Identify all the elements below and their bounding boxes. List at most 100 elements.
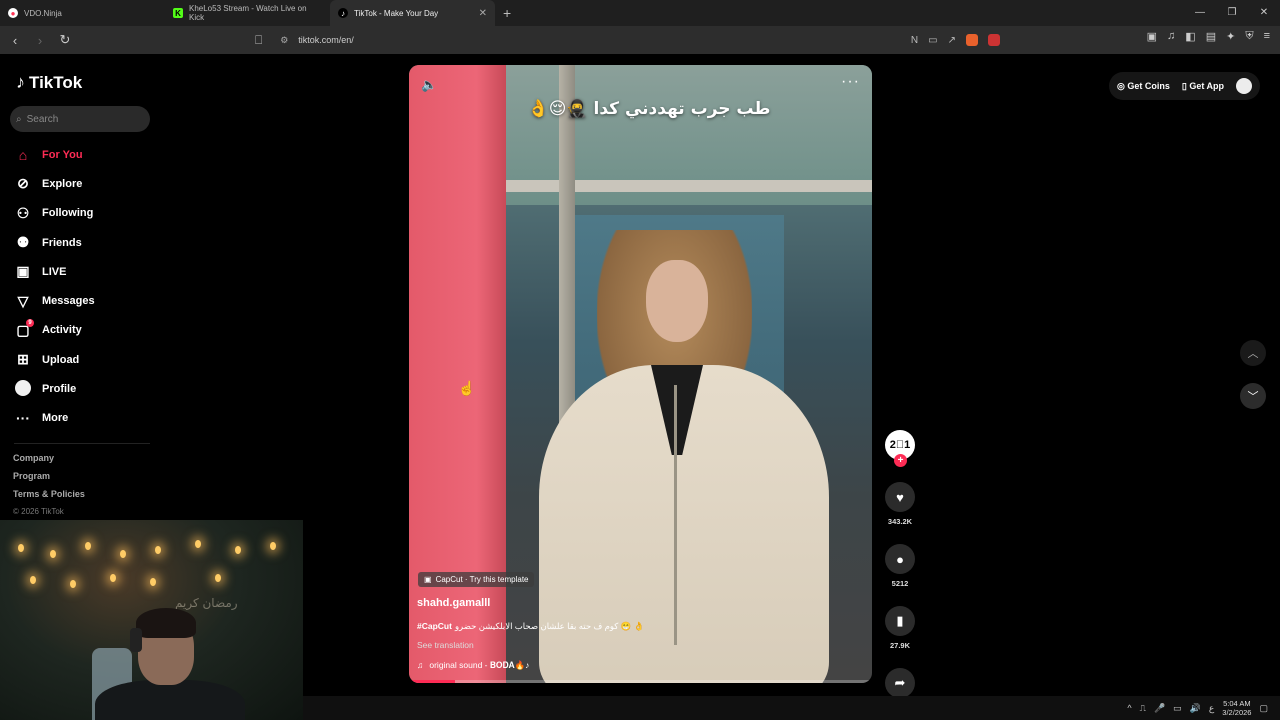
- cast-icon[interactable]: ▭: [928, 35, 937, 46]
- wall-ramadan-text: رمضان كريم: [175, 596, 238, 610]
- address-toolbar: ‹ › ↻ ⎕ ⚙ tiktok.com/en/ N ▭ ↗ ▣ ♫ ◧ ▤ ✦…: [0, 26, 1280, 54]
- hashtag-link[interactable]: #CapCut: [417, 621, 452, 632]
- tab-vdo-ninja[interactable]: ● VDO.Ninja: [0, 0, 165, 26]
- follow-plus-icon[interactable]: +: [894, 454, 907, 467]
- headset-icon: [130, 628, 142, 652]
- coin-icon: ◎: [1117, 80, 1128, 91]
- system-clock[interactable]: 5:04 AM 3/2/2026: [1222, 699, 1251, 717]
- tab-label: TikTok - Make Your Day: [354, 8, 439, 18]
- url-bar[interactable]: ⎕ ⚙ tiktok.com/en/ N ▭ ↗: [255, 30, 1000, 50]
- more-options-icon[interactable]: ···: [841, 73, 860, 91]
- menu-icon[interactable]: ≡: [1264, 30, 1270, 43]
- sidebar-item-for-you[interactable]: ⌂ For You: [14, 140, 95, 169]
- footer-company-link[interactable]: Company: [13, 453, 85, 471]
- share-icon[interactable]: ↗: [948, 35, 956, 46]
- see-translation-link[interactable]: See translation: [417, 640, 474, 650]
- comment-action: ● 5212: [883, 544, 917, 588]
- tray-overflow-icon[interactable]: ^: [1127, 703, 1131, 713]
- description-text: كوم ف حته بقا علشان صحاب الابلكيشن حضرو …: [454, 621, 645, 631]
- sidebar-item-upload[interactable]: ⊞ Upload: [14, 345, 95, 374]
- minimize-icon[interactable]: —: [1184, 0, 1216, 26]
- sidebar-item-messages[interactable]: ▽ Messages: [14, 286, 95, 315]
- sidebar-item-label: More: [42, 412, 69, 425]
- sidebar-divider: [14, 443, 150, 444]
- send-icon: ▽: [17, 292, 29, 309]
- sidebar-toggle-icon[interactable]: ▣: [1147, 30, 1157, 43]
- sidebar-item-label: LIVE: [42, 265, 67, 278]
- url-text: tiktok.com/en/: [298, 35, 354, 45]
- reload-icon[interactable]: ↻: [55, 32, 75, 48]
- music-note-icon: ♫: [417, 660, 424, 670]
- microphone-icon[interactable]: 🎤: [1154, 703, 1165, 714]
- save-action: ▮ 27.9K: [883, 606, 917, 650]
- site-info-icon[interactable]: ⚙: [280, 35, 288, 46]
- video-description: #CapCut كوم ف حته بقا علشان صحاب الابلكي…: [417, 621, 644, 632]
- footer-terms-link[interactable]: Terms & Policies: [13, 489, 85, 507]
- new-tab-button[interactable]: +: [495, 0, 519, 26]
- brave-shield-icon[interactable]: [966, 34, 978, 46]
- avatar-text: 2⃣1: [889, 439, 911, 451]
- get-app-button[interactable]: ▯ Get App: [1182, 81, 1224, 92]
- heart-icon[interactable]: ♥: [885, 482, 915, 512]
- sidebar-item-following[interactable]: ⚇ Following: [14, 199, 95, 228]
- reader-icon[interactable]: ◧: [1185, 30, 1195, 43]
- notifications-icon[interactable]: ▢: [1259, 703, 1268, 714]
- usb-icon[interactable]: ⎍: [1140, 703, 1146, 714]
- window-controls: — ❐ ✕: [1184, 0, 1280, 26]
- volume-icon[interactable]: 🔈: [421, 77, 437, 93]
- vpn-icon[interactable]: ⛨: [1245, 30, 1253, 43]
- sidebar-item-more[interactable]: ··· More: [14, 404, 95, 433]
- footer-program-link[interactable]: Program: [13, 471, 85, 489]
- video-progress-bar[interactable]: [409, 680, 872, 683]
- back-icon[interactable]: ‹: [5, 33, 25, 48]
- sidebar-item-activity[interactable]: ▢ 9 Activity: [14, 316, 95, 345]
- tab-tiktok[interactable]: ♪ TikTok - Make Your Day ✕: [330, 0, 495, 26]
- save-count: 27.9K: [889, 641, 910, 650]
- tab-kick-stream[interactable]: K KheLo53 Stream - Watch Live on Kick: [165, 0, 330, 26]
- maximize-icon[interactable]: ❐: [1216, 0, 1248, 26]
- previous-video-button[interactable]: ︿: [1240, 340, 1266, 366]
- sound-link[interactable]: ♫ original sound - 𝐁𝐎𝐃𝐀🔥♪: [417, 660, 529, 671]
- get-app-label: Get App: [1189, 80, 1224, 91]
- user-avatar[interactable]: [1236, 78, 1252, 94]
- tv-icon: ▣: [16, 263, 30, 280]
- next-video-button[interactable]: ﹀: [1240, 383, 1266, 409]
- language-icon[interactable]: ع: [1209, 703, 1214, 714]
- sidebar-item-live[interactable]: ▣ LIVE: [14, 257, 95, 286]
- brave-rewards-icon[interactable]: [988, 34, 1000, 46]
- creator-avatar[interactable]: 2⃣1 +: [885, 430, 915, 467]
- bookmark-icon[interactable]: ▮: [885, 606, 915, 636]
- tiktok-logo[interactable]: ♪ TikTok: [16, 72, 82, 93]
- streamer-hair: [136, 608, 196, 638]
- tab-label: KheLo53 Stream - Watch Live on Kick: [189, 4, 307, 22]
- wallet-icon[interactable]: ▤: [1206, 30, 1216, 43]
- tiktok-favicon-icon: ♪: [338, 8, 348, 18]
- close-window-icon[interactable]: ✕: [1248, 0, 1280, 26]
- media-icon[interactable]: ♫: [1167, 30, 1175, 43]
- sidebar-item-explore[interactable]: ⊘ Explore: [14, 169, 95, 198]
- more-icon: ···: [16, 410, 30, 427]
- activity-icon: ▢ 9: [14, 318, 34, 339]
- network-icon[interactable]: ▭: [1173, 703, 1182, 714]
- bookmark-icon[interactable]: ⎕: [255, 33, 262, 48]
- search-input[interactable]: ⌕ Search: [10, 106, 150, 132]
- translate-icon[interactable]: N: [911, 35, 918, 46]
- close-tab-icon[interactable]: ✕: [479, 8, 487, 19]
- chevron-down-icon: ﹀: [1247, 391, 1259, 403]
- forward-icon[interactable]: ›: [30, 33, 50, 48]
- capcut-template-link[interactable]: ▣ CapCut · Try this template: [418, 572, 535, 587]
- get-coins-button[interactable]: ◎ Get Coins: [1117, 81, 1170, 92]
- sidebar-item-friends[interactable]: ⚉ Friends: [14, 228, 95, 257]
- sidebar-item-profile[interactable]: Profile: [14, 374, 95, 403]
- comment-icon[interactable]: ●: [885, 544, 915, 574]
- volume-tray-icon[interactable]: 🔊: [1190, 703, 1201, 714]
- video-actions: 2⃣1 + ♥ 343.2K ● 5212 ▮ 27.9K ➦ 9306: [883, 430, 917, 712]
- sidebar-item-label: Friends: [42, 236, 82, 249]
- share-arrow-icon[interactable]: ➦: [885, 668, 915, 698]
- extensions-icon[interactable]: ✦: [1226, 30, 1235, 43]
- video-player[interactable]: 🔈 ··· طب جرب تهددني كدا 🥷😌👌 ▣ CapCut · T…: [409, 65, 872, 683]
- upload-icon: ⊞: [17, 351, 29, 368]
- video-author[interactable]: shahd.gamalll: [417, 597, 490, 609]
- get-coins-label: Get Coins: [1127, 80, 1170, 91]
- top-right-actions: ◎ Get Coins ▯ Get App: [1109, 72, 1260, 100]
